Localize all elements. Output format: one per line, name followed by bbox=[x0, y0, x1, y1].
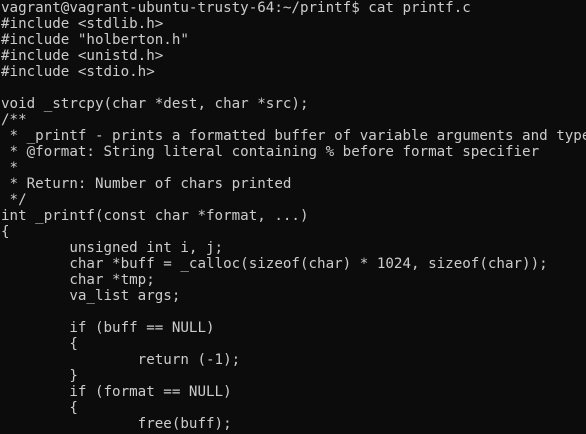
code-line: unsigned int i, j; bbox=[1, 240, 224, 256]
code-line: /** bbox=[1, 112, 27, 128]
code-line: #include <stdio.h> bbox=[1, 64, 155, 80]
code-line: * @format: String literal containing % b… bbox=[1, 144, 540, 160]
code-line: free(buff); bbox=[1, 416, 232, 432]
code-line: * bbox=[1, 160, 19, 176]
code-line: * Return: Number of chars printed bbox=[1, 176, 292, 192]
code-line: return (-1); bbox=[1, 352, 241, 368]
code-line: { bbox=[1, 224, 10, 240]
code-line: va_list args; bbox=[1, 288, 181, 304]
code-line: if (buff == NULL) bbox=[1, 320, 215, 336]
code-line: #include "holberton.h" bbox=[1, 32, 189, 48]
code-line: void _strcpy(char *dest, char *src); bbox=[1, 96, 309, 112]
code-line: { bbox=[1, 400, 78, 416]
terminal-window[interactable]: vagrant@vagrant-ubuntu-trusty-64:~/print… bbox=[0, 0, 586, 434]
shell-prompt-command: vagrant@vagrant-ubuntu-trusty-64:~/print… bbox=[1, 0, 471, 16]
code-line: { bbox=[1, 336, 78, 352]
code-line: int _printf(const char *format, ...) bbox=[1, 208, 309, 224]
code-line: #include <unistd.h> bbox=[1, 48, 164, 64]
code-line: if (format == NULL) bbox=[1, 384, 232, 400]
code-line: char *buff = _calloc(sizeof(char) * 1024… bbox=[1, 256, 548, 272]
code-line: */ bbox=[1, 192, 27, 208]
code-line: #include <stdlib.h> bbox=[1, 16, 164, 32]
code-line: } bbox=[1, 368, 78, 384]
file-output: #include <stdlib.h> #include "holberton.h… bbox=[0, 16, 586, 432]
code-line: char *tmp; bbox=[1, 272, 155, 288]
code-line: * _printf - prints a formatted buffer of… bbox=[1, 128, 586, 144]
